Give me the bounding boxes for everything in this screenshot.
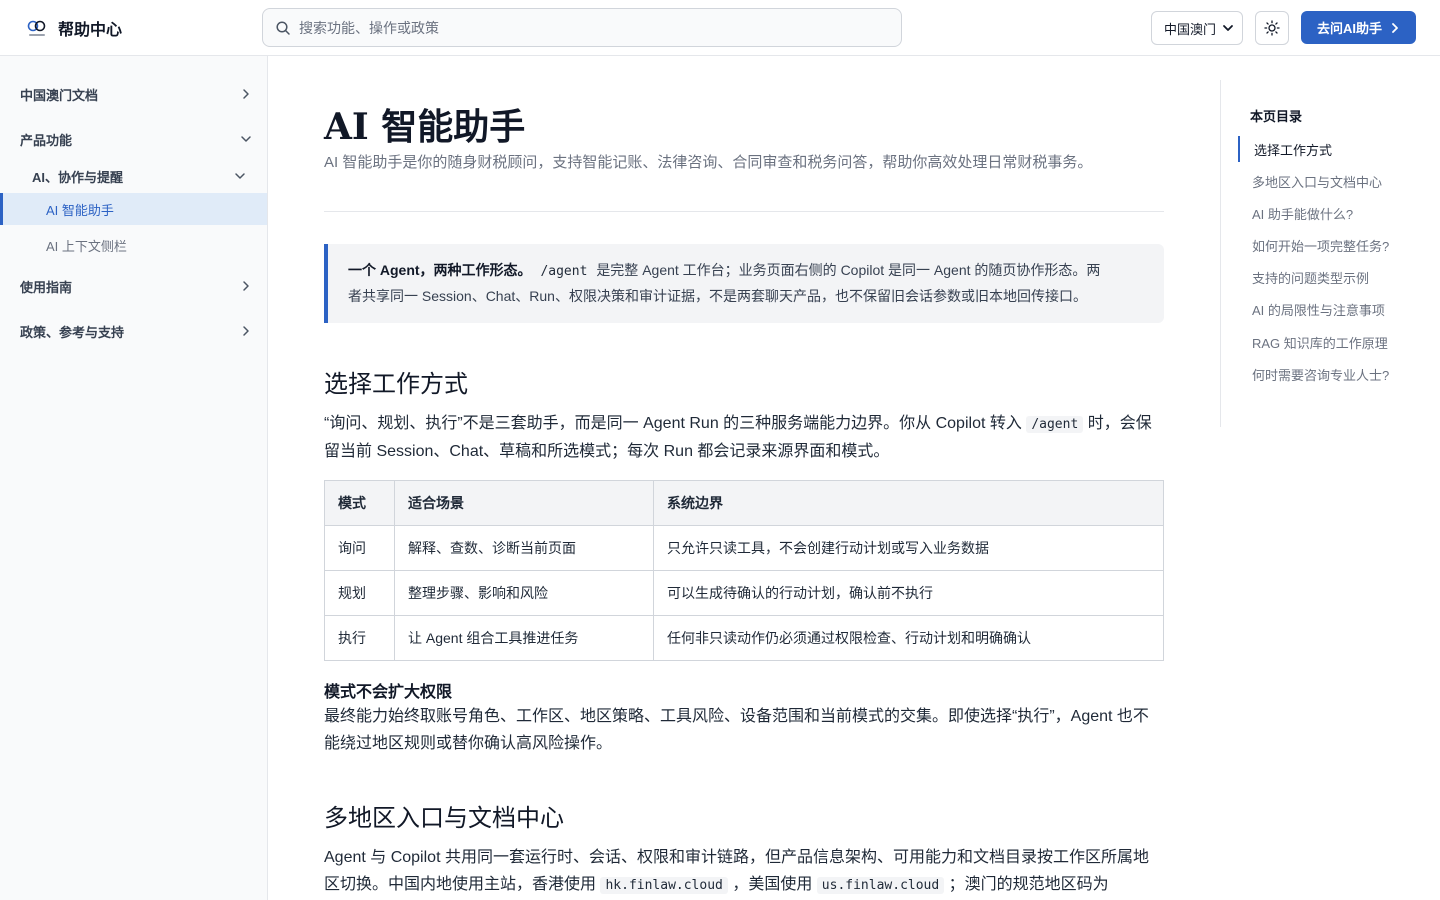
sidebar-item-label: 政策、参考与支持 — [20, 324, 125, 340]
section-paragraph: “询问、规划、执行”不是三套助手，而是同一 Agent Run 的三种服务端能力… — [324, 410, 1164, 465]
table-cell: 可以生成待确认的行动计划，确认前不执行 — [653, 570, 1164, 616]
inline-code: /agent — [1026, 416, 1084, 433]
table-cell: 执行 — [324, 615, 395, 661]
sidebar-item-usage-guide[interactable]: 使用指南 — [0, 270, 267, 302]
paragraph-text: 区切换。中国内地使用主站，香港使用 — [324, 876, 597, 893]
toc-item-label: 支持的问题类型示例 — [1252, 270, 1370, 286]
chevron-down-icon — [1223, 25, 1233, 31]
paragraph-text: ，美国使用 — [732, 876, 813, 893]
section-heading-multi-region: 多地区入口与文档中心 — [324, 804, 564, 832]
search-icon — [276, 20, 290, 35]
toc-item-rag[interactable]: RAG 知识库的工作原理 — [1238, 329, 1418, 355]
region-select-value: 中国澳门 — [1164, 21, 1217, 37]
toc-item-label: AI 的局限性与注意事项 — [1252, 302, 1385, 318]
toc-item-work-mode[interactable]: 选择工作方式 — [1238, 136, 1418, 162]
table-header-cell: 模式 — [324, 480, 395, 526]
toc-item-label: 选择工作方式 — [1254, 142, 1333, 158]
chevron-right-icon — [243, 281, 249, 291]
chevron-right-icon — [243, 89, 249, 99]
toc-item-label: RAG 知识库的工作原理 — [1252, 335, 1388, 351]
toc-item-label: 多地区入口与文档中心 — [1252, 174, 1383, 190]
search-box[interactable] — [262, 8, 902, 47]
paragraph-text: 时，会保 — [1087, 415, 1152, 432]
sidebar-item-label: 中国澳门文档 — [20, 87, 99, 103]
sidebar-item-macau-docs[interactable]: 中国澳门文档 — [0, 78, 267, 110]
sidebar-item-label: AI 智能助手 — [46, 202, 114, 218]
sidebar-item-label: 使用指南 — [20, 279, 73, 295]
theme-toggle-button[interactable] — [1255, 11, 1289, 45]
sidebar: 中国澳门文档 产品功能 AI、协作与提醒 AI 智能助手 AI 上下文侧栏 使用… — [0, 56, 268, 900]
toc-title: 本页目录 — [1250, 109, 1303, 124]
section-paragraph: Agent 与 Copilot 共用同一套运行时、会话、权限和审计链路，但产品信… — [324, 844, 1164, 899]
chevron-down-icon — [241, 136, 251, 142]
table-cell: 任何非只读动作仍必须通过权限检查、行动计划和明确确认 — [653, 615, 1164, 661]
chevron-right-icon — [1392, 22, 1398, 33]
table-header-row: 模式 适合场景 系统边界 — [324, 480, 1164, 526]
paragraph-text: ；澳门的规范地区码为 — [948, 876, 1109, 893]
toc-item-start-task[interactable]: 如何开始一项完整任务? — [1238, 232, 1418, 258]
toc-item-question-examples[interactable]: 支持的问题类型示例 — [1238, 264, 1418, 290]
table-row: 执行 让 Agent 组合工具推进任务 任何非只读动作仍必须通过权限检查、行动计… — [324, 615, 1164, 661]
table-of-contents: 本页目录 选择工作方式 多地区入口与文档中心 AI 助手能做什么? 如何开始一项… — [1220, 80, 1420, 427]
paragraph-text: 留当前 Session、Chat、草稿和所选模式；每次 Run 都会记录来源界面… — [324, 443, 890, 460]
note-paragraph: 最终能力始终取账号角色、工作区、地区策略、工具风险、设备范围和当前模式的交集。即… — [324, 703, 1164, 757]
search-input[interactable] — [299, 19, 879, 36]
sidebar-item-label: AI 上下文侧栏 — [46, 238, 127, 254]
page-description: AI 智能助手是你的随身财税顾问，支持智能记账、法律咨询、合同审查和税务问答，帮… — [324, 154, 1093, 171]
sidebar-item-ai-assistant[interactable]: AI 智能助手 — [0, 193, 267, 225]
table-header-cell: 系统边界 — [653, 480, 1164, 526]
table-cell: 询问 — [324, 525, 395, 571]
sun-icon — [1264, 20, 1280, 36]
sidebar-item-ai-collab[interactable]: AI、协作与提醒 — [0, 160, 267, 192]
paragraph-text: Agent 与 Copilot 共用同一套运行时、会话、权限和审计链路，但产品信… — [324, 849, 1149, 866]
page-title: AI 智能助手 — [324, 106, 526, 148]
brand-title: 帮助中心 — [58, 20, 123, 39]
toc-item-consult-professional[interactable]: 何时需要咨询专业人士? — [1238, 361, 1418, 387]
toc-item-label: 如何开始一项完整任务? — [1252, 238, 1390, 254]
divider — [324, 211, 1164, 212]
region-select[interactable]: 中国澳门 — [1151, 11, 1243, 45]
table-header-cell: 适合场景 — [394, 480, 654, 526]
sidebar-item-policy-support[interactable]: 政策、参考与支持 — [0, 315, 267, 347]
inline-code: hk.finlaw.cloud — [600, 877, 728, 894]
toc-item-label: 何时需要咨询专业人士? — [1252, 367, 1390, 383]
paragraph-text: 能绕过地区规则或替你确认高风险操作。 — [324, 735, 613, 752]
sidebar-item-label: 产品功能 — [20, 132, 73, 148]
table-row: 规划 整理步骤、影响和风险 可以生成待确认的行动计划，确认前不执行 — [324, 570, 1164, 616]
callout-bold: 一个 Agent，两种工作形态。 — [348, 262, 532, 278]
table-cell: 只允许只读工具，不会创建行动计划或写入业务数据 — [653, 525, 1164, 571]
table-cell: 规划 — [324, 570, 395, 616]
paragraph-text: 最终能力始终取账号角色、工作区、地区策略、工具风险、设备范围和当前模式的交集。即… — [324, 708, 1149, 725]
callout-note: 一个 Agent，两种工作形态。 /agent 是完整 Agent 工作台；业务… — [324, 244, 1164, 323]
ask-ai-button-label: 去问AI助手 — [1316, 21, 1382, 36]
toc-item-multi-region[interactable]: 多地区入口与文档中心 — [1238, 168, 1418, 194]
inline-code: us.finlaw.cloud — [816, 877, 945, 894]
table-cell: 解释、查数、诊断当前页面 — [394, 525, 654, 571]
toc-item-capabilities[interactable]: AI 助手能做什么? — [1238, 200, 1418, 226]
table-cell: 让 Agent 组合工具推进任务 — [394, 615, 654, 661]
sidebar-item-label: AI、协作与提醒 — [32, 169, 124, 185]
toc-item-limitations[interactable]: AI 的局限性与注意事项 — [1238, 296, 1418, 322]
callout-code: /agent — [540, 264, 588, 279]
top-header: 帮助中心 中国澳门 去问AI助手 — [0, 0, 1440, 56]
sidebar-item-product-features[interactable]: 产品功能 — [0, 123, 267, 155]
sidebar-item-ai-context-panel[interactable]: AI 上下文侧栏 — [0, 229, 267, 261]
note-title: 模式不会扩大权限 — [324, 684, 453, 701]
table-row: 询问 解释、查数、诊断当前页面 只允许只读工具，不会创建行动计划或写入业务数据 — [324, 525, 1164, 571]
ask-ai-button[interactable]: 去问AI助手 — [1301, 11, 1416, 44]
chevron-down-icon — [235, 173, 245, 179]
chevron-right-icon — [243, 326, 249, 336]
mode-table: 模式 适合场景 系统边界 询问 解释、查数、诊断当前页面 只允许只读工具，不会创… — [324, 480, 1164, 661]
table-cell: 整理步骤、影响和风险 — [394, 570, 654, 616]
logo-icon — [27, 20, 46, 36]
paragraph-text: “询问、规划、执行”不是三套助手，而是同一 Agent Run 的三种服务端能力… — [324, 415, 1022, 432]
brand[interactable]: 帮助中心 — [26, 14, 122, 42]
section-heading-work-mode: 选择工作方式 — [324, 370, 468, 398]
callout-text-line1: 是完整 Agent 工作台；业务页面右侧的 Copilot 是同一 Agent … — [596, 262, 1101, 278]
toc-item-label: AI 助手能做什么? — [1252, 206, 1354, 222]
callout-text-line2: 者共享同一 Session、Chat、Run、权限决策和审计证据，不是两套聊天产… — [348, 288, 1087, 304]
